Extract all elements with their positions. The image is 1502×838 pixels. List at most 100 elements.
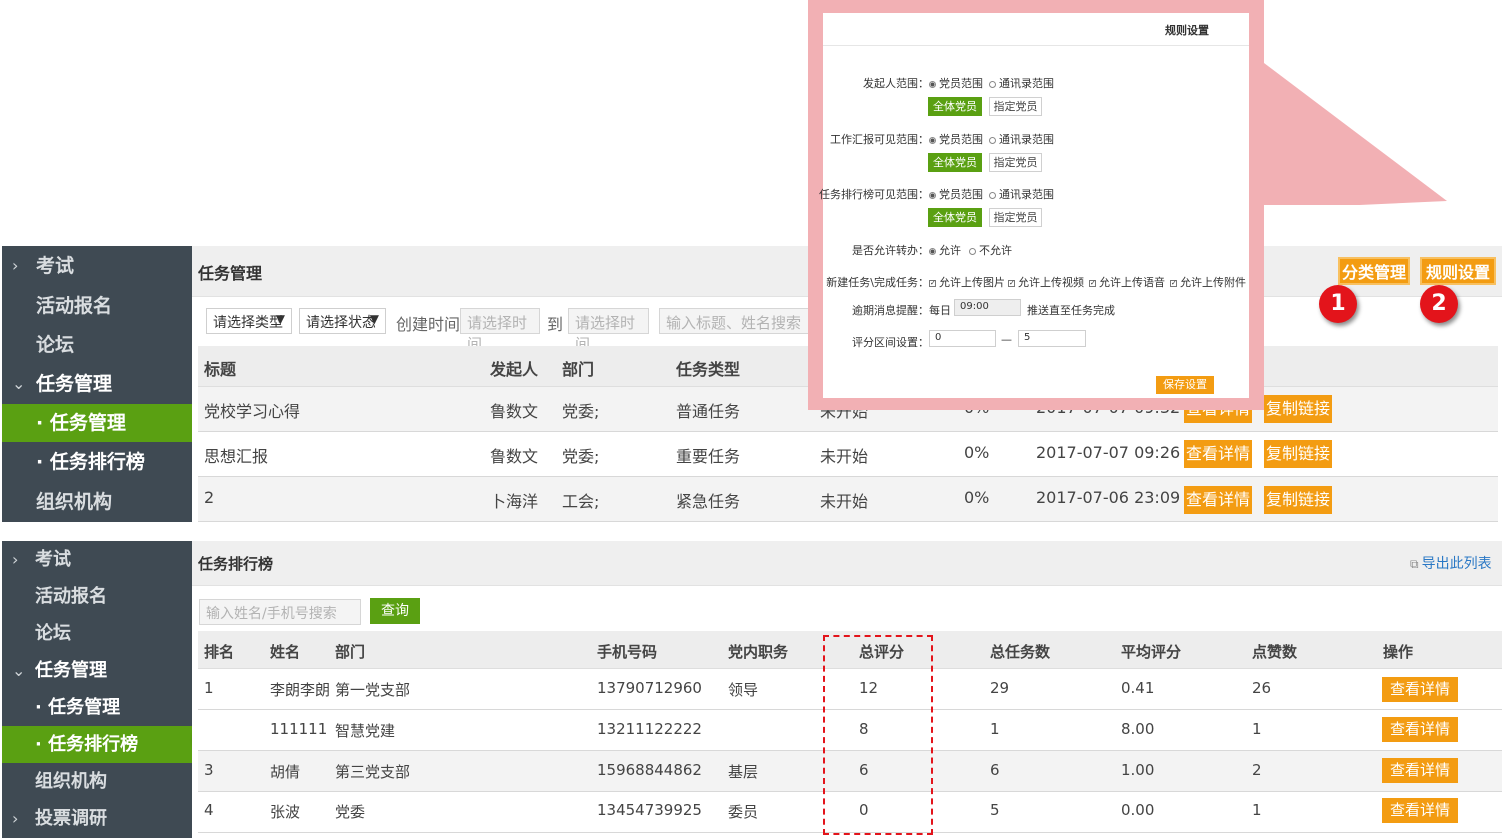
initiator-contacts-radio[interactable]: 通讯录范围 xyxy=(989,75,1054,91)
sidebar-subitem-task-management[interactable]: · 任务管理 xyxy=(2,404,192,442)
specific-members-button[interactable]: 指定党员 xyxy=(989,153,1042,172)
date-from-input[interactable]: 请选择时间 xyxy=(460,308,540,353)
sidebar-item-organization[interactable]: 组织机构 xyxy=(2,482,192,522)
ranking-contacts-radio[interactable]: 通讯录范围 xyxy=(989,186,1054,202)
task-type: 普通任务 xyxy=(676,402,741,421)
all-members-button[interactable]: 全体党员 xyxy=(928,208,982,227)
sidebar-item-label: 活动报名 xyxy=(35,586,107,607)
sidebar-subitem-task-ranking[interactable]: · 任务排行榜 xyxy=(2,726,192,763)
category-management-button[interactable]: 分类管理 xyxy=(1338,257,1410,285)
all-members-button[interactable]: 全体党员 xyxy=(928,153,982,172)
chevron-down-icon: ⌄ xyxy=(12,374,26,393)
task-progress: 0% xyxy=(964,488,990,507)
radio-selected-icon xyxy=(929,191,936,199)
column-header-initiator: 发起人 xyxy=(490,360,539,379)
specific-members-button[interactable]: 指定党员 xyxy=(989,97,1042,116)
phone-cell: 13211122222 xyxy=(597,720,702,738)
sidebar-item-forum[interactable]: 论坛 xyxy=(2,326,192,364)
sidebar-item-task-management[interactable]: ⌄ 任务管理 xyxy=(2,364,192,404)
all-members-button[interactable]: 全体党员 xyxy=(928,97,982,116)
task-title[interactable]: 思想汇报 xyxy=(204,443,268,467)
disallow-transfer-radio[interactable]: 不允许 xyxy=(969,242,1012,258)
view-details-button[interactable]: 查看详情 xyxy=(1382,677,1458,702)
reminder-suffix-label: 推送直至任务完成 xyxy=(1027,304,1115,317)
status-select[interactable]: 请选择状态 ▼ xyxy=(299,308,386,334)
copy-link-button[interactable]: 复制链接 xyxy=(1264,486,1332,514)
upload-file-checkbox[interactable]: ✓ 允许上传附件 xyxy=(1170,274,1246,290)
score-max-input[interactable]: 5 xyxy=(1018,330,1086,347)
sidebar-item-label: 论坛 xyxy=(36,334,75,356)
checkbox-icon: ✓ xyxy=(1089,278,1096,287)
sidebar-item-organization[interactable]: 组织机构 xyxy=(2,763,192,800)
initiator-party-radio[interactable]: 党员范围 xyxy=(929,75,983,91)
upload-image-checkbox[interactable]: ✓ 允许上传图片 xyxy=(929,274,1005,290)
column-header-name: 姓名 xyxy=(270,643,301,661)
sidebar-item-label: 组织机构 xyxy=(35,771,107,792)
sidebar-item-label: 考试 xyxy=(35,549,71,570)
sidebar-item-label: · 任务排行榜 xyxy=(36,451,145,473)
export-list-link[interactable]: ⧉ 导出此列表 xyxy=(1410,553,1492,573)
sidebar-item-exam[interactable]: › 考试 xyxy=(2,541,192,578)
option-label: 通讯录范围 xyxy=(999,133,1054,146)
annotation-badge-2: 2 xyxy=(1420,285,1458,323)
radio-icon xyxy=(989,136,996,144)
transfer-label: 是否允许转办： xyxy=(852,244,929,257)
party-post-cell: 委员 xyxy=(728,803,759,821)
type-select[interactable]: 请选择类型 ▼ xyxy=(206,308,292,334)
column-header-total-tasks: 总任务数 xyxy=(990,643,1051,661)
sidebar-subitem-task-ranking[interactable]: · 任务排行榜 xyxy=(2,442,192,482)
report-scope-label: 工作汇报可见范围： xyxy=(830,133,929,146)
date-to-input[interactable]: 请选择时间 xyxy=(568,308,649,353)
sidebar-item-activity[interactable]: 活动报名 xyxy=(2,286,192,326)
sidebar-item-forum[interactable]: 论坛 xyxy=(2,615,192,652)
ranking-party-radio[interactable]: 党员范围 xyxy=(929,186,983,202)
task-title[interactable]: 党校学习心得 xyxy=(204,398,300,422)
view-details-button[interactable]: 查看详情 xyxy=(1382,717,1458,742)
task-status: 未开始 xyxy=(820,492,869,511)
report-party-radio[interactable]: 党员范围 xyxy=(929,131,983,147)
chevron-right-icon: › xyxy=(12,550,19,569)
name-cell: 李朗李朗 xyxy=(270,681,331,699)
save-settings-button[interactable]: 保存设置 xyxy=(1156,376,1214,394)
sidebar-item-label: · 任务排行榜 xyxy=(35,734,139,755)
sidebar-item-task-management[interactable]: ⌄ 任务管理 xyxy=(2,652,192,689)
likes-cell: 2 xyxy=(1252,761,1262,779)
likes-cell: 26 xyxy=(1252,679,1272,697)
dropdown-arrow-icon: ▼ xyxy=(275,312,285,326)
view-details-button[interactable]: 查看详情 xyxy=(1382,758,1458,783)
total-tasks-cell: 6 xyxy=(990,761,1000,779)
score-range-label: 评分区间设置： xyxy=(852,336,929,349)
task-title[interactable]: 2 xyxy=(204,488,214,507)
sidebar-subitem-task-management[interactable]: · 任务管理 xyxy=(2,689,192,726)
report-contacts-radio[interactable]: 通讯录范围 xyxy=(989,131,1054,147)
view-details-button[interactable]: 查看详情 xyxy=(1382,798,1458,823)
specific-members-button[interactable]: 指定党员 xyxy=(989,208,1042,227)
view-details-button[interactable]: 查看详情 xyxy=(1184,440,1252,468)
sidebar-item-voting[interactable]: › 投票调研 xyxy=(2,800,192,837)
column-header-phone: 手机号码 xyxy=(597,643,658,661)
ranking-search-input[interactable]: 输入姓名/手机号搜索 xyxy=(199,599,361,625)
sidebar-item-exam[interactable]: › 考试 xyxy=(2,246,192,286)
task-department: 党委; xyxy=(562,447,600,466)
rank-cell: 4 xyxy=(204,801,214,819)
allow-transfer-radio[interactable]: 允许 xyxy=(929,242,961,258)
rule-settings-button[interactable]: 规则设置 xyxy=(1420,257,1496,285)
query-button[interactable]: 查询 xyxy=(370,598,420,624)
task-ranking-panel: 任务排行榜 ⧉ 导出此列表 输入姓名/手机号搜索 查询 排名 姓名 部门 手机号码… xyxy=(192,541,1502,838)
score-min-input[interactable]: 0 xyxy=(929,330,996,347)
sidebar-item-activity[interactable]: 活动报名 xyxy=(2,578,192,615)
option-label: 党员范围 xyxy=(939,188,983,201)
reminder-time-input[interactable]: 09:00 xyxy=(954,299,1021,316)
department-cell: 智慧党建 xyxy=(335,722,396,740)
view-details-button[interactable]: 查看详情 xyxy=(1184,486,1252,514)
status-select-value: 请选择状态 xyxy=(306,315,376,331)
copy-link-button[interactable]: 复制链接 xyxy=(1264,440,1332,468)
copy-link-button[interactable]: 复制链接 xyxy=(1264,395,1332,423)
complete-task-label: 新建任务\完成任务： xyxy=(826,276,929,289)
column-header-department: 部门 xyxy=(335,643,366,661)
total-tasks-cell: 1 xyxy=(990,720,1000,738)
upload-voice-checkbox[interactable]: ✓ 允许上传语音 xyxy=(1089,274,1165,290)
option-label: 允许上传附件 xyxy=(1180,276,1246,289)
upload-video-checkbox[interactable]: ✓ 允许上传视频 xyxy=(1008,274,1084,290)
search-input[interactable]: 输入标题、姓名搜索 xyxy=(659,308,809,334)
